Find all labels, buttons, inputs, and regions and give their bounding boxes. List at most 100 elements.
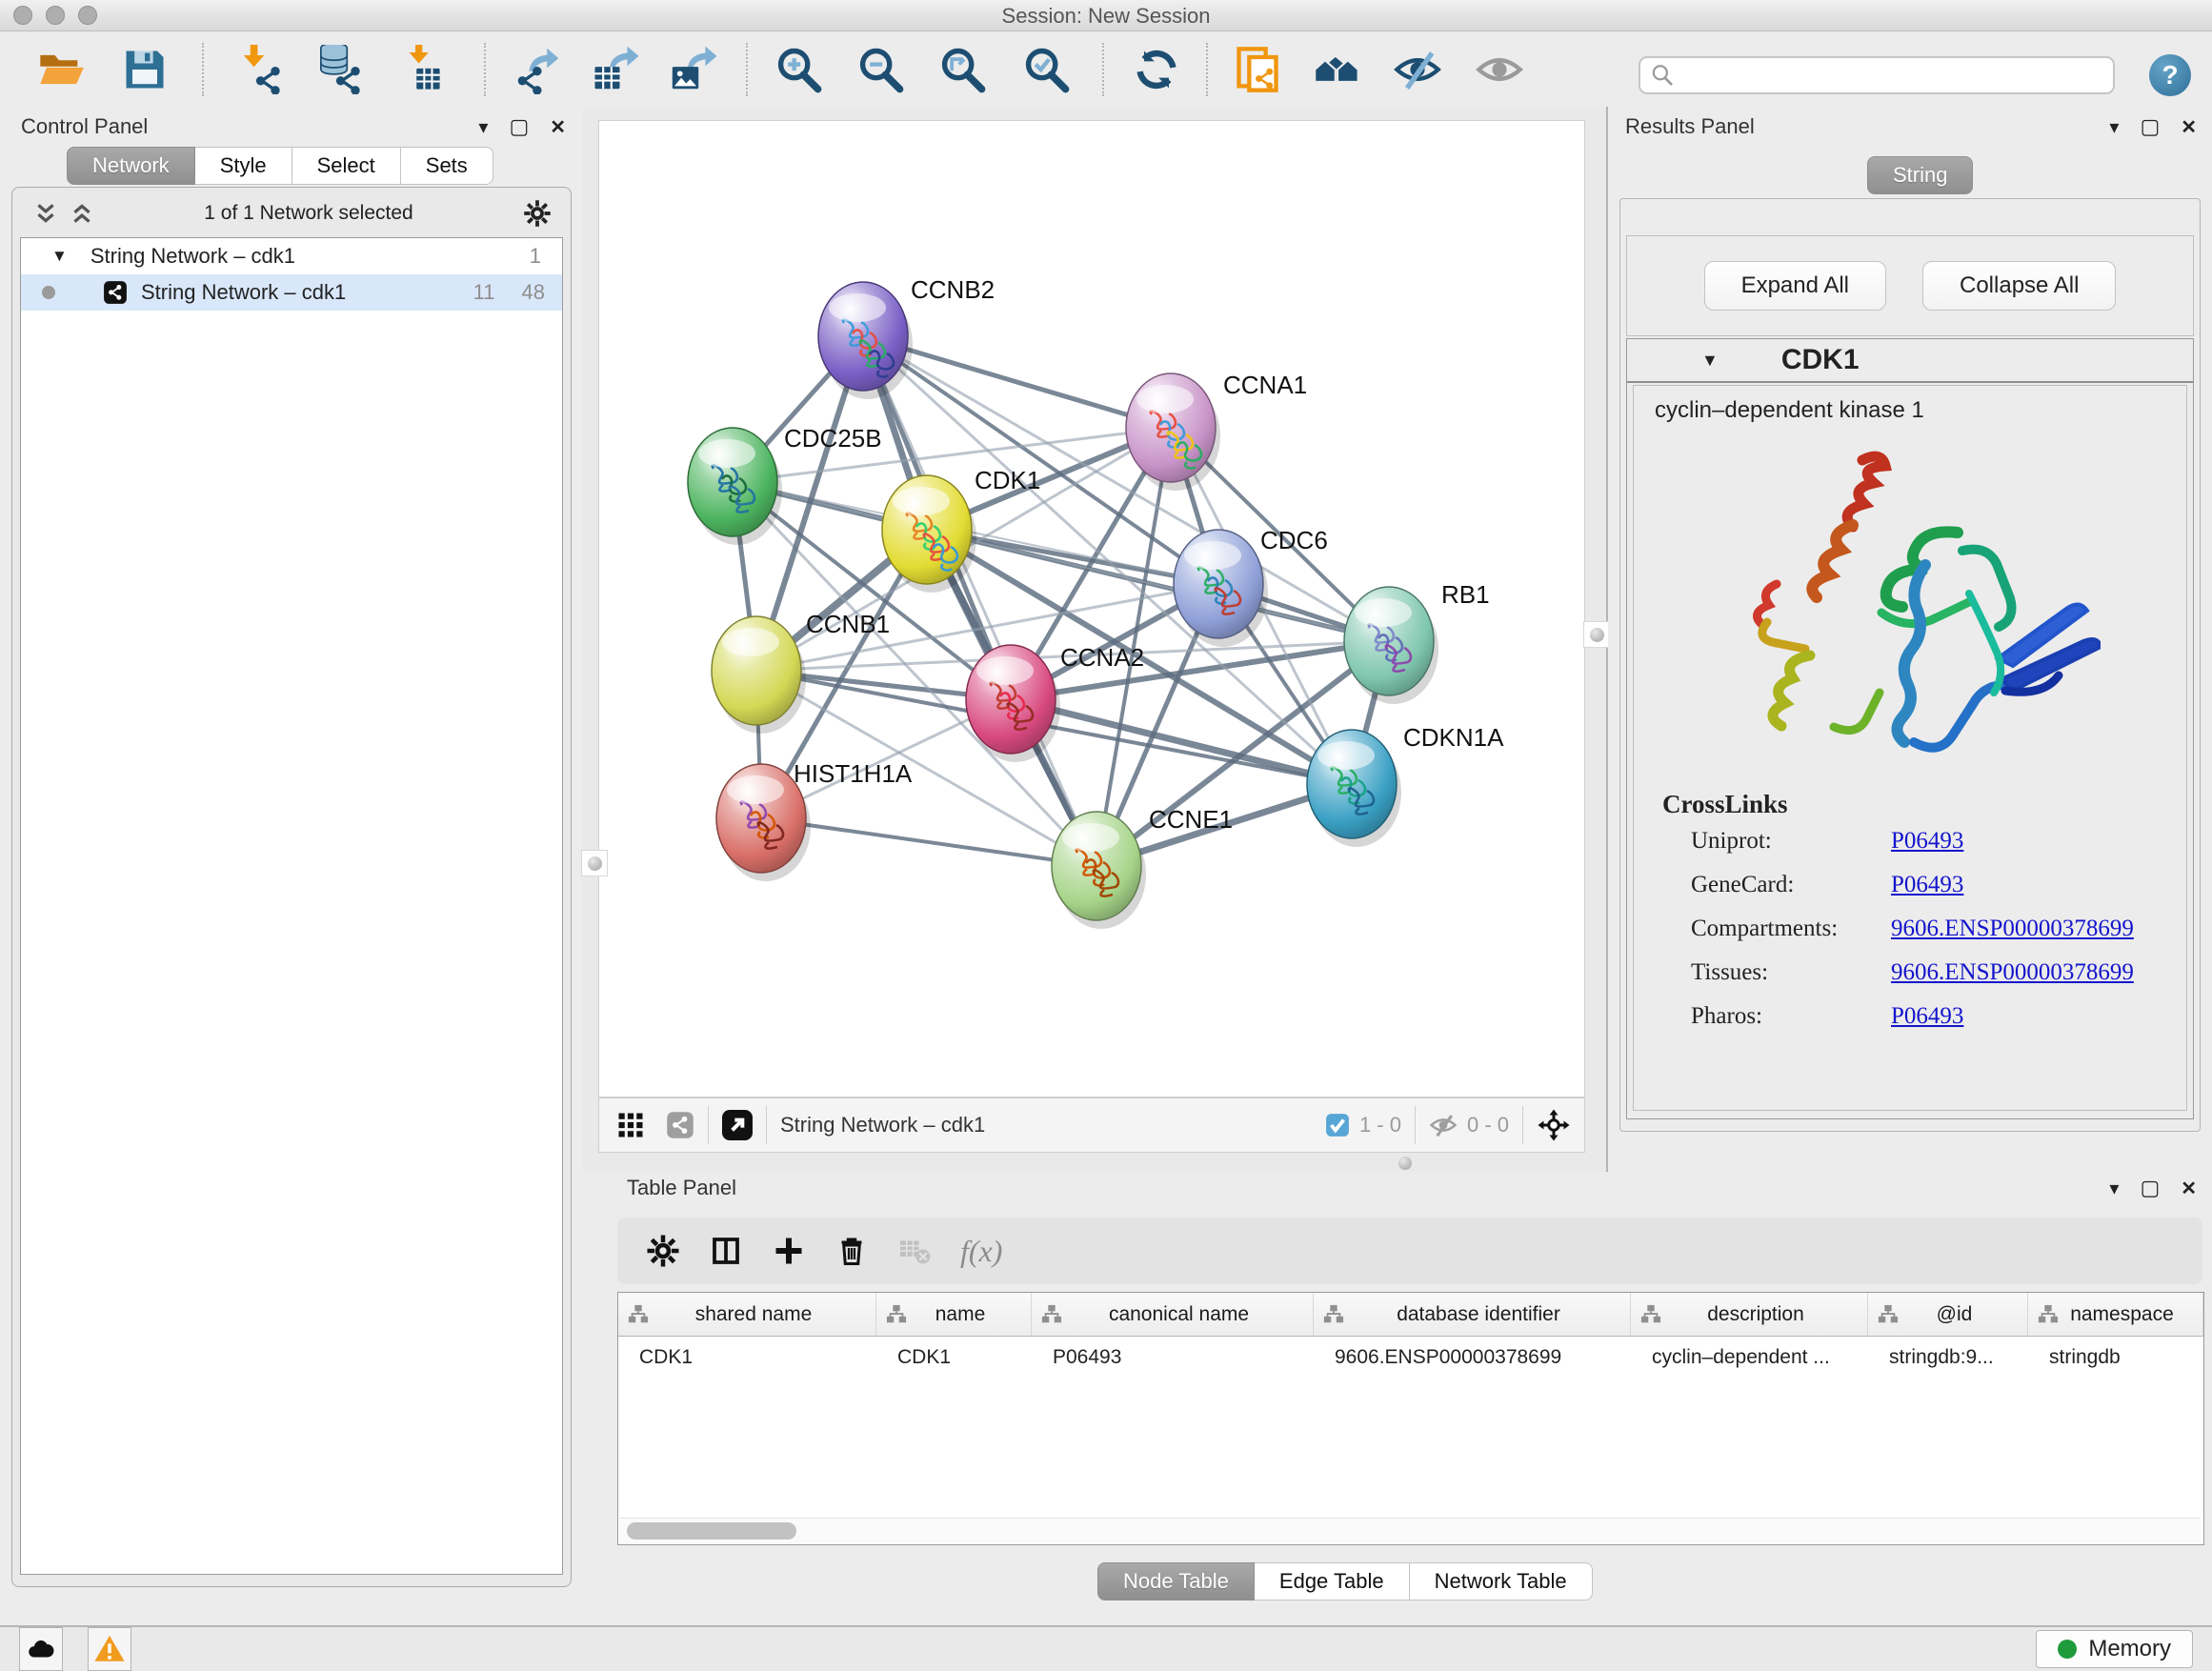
column-header-shared-name[interactable]: shared name: [618, 1293, 876, 1336]
open-session-icon[interactable]: [36, 45, 86, 94]
network-type-icon: [103, 280, 128, 305]
show-columns-icon[interactable]: [709, 1234, 743, 1268]
network-row-selected[interactable]: String Network – cdk1 11 48: [21, 274, 562, 311]
zoom-selected-icon[interactable]: [1021, 45, 1071, 94]
birds-eye-view-icon[interactable]: [722, 1110, 753, 1140]
network-node-CDKN1A[interactable]: [1307, 730, 1401, 847]
crosslink-link[interactable]: P06493: [1891, 872, 1963, 898]
warnings-button[interactable]: [88, 1627, 131, 1671]
tab-style[interactable]: Style: [195, 147, 292, 185]
node-label-HIST1H1A: HIST1H1A: [794, 759, 913, 788]
help-button[interactable]: ?: [2149, 54, 2191, 96]
crosslink-link[interactable]: P06493: [1891, 1003, 1963, 1030]
memory-button[interactable]: Memory: [2036, 1630, 2193, 1668]
results-close-icon[interactable]: ✕: [2181, 115, 2197, 139]
network-node-CDK1[interactable]: [882, 475, 976, 593]
tab-select[interactable]: Select: [292, 147, 401, 185]
network-node-RB1[interactable]: [1344, 587, 1438, 704]
annotation-copy-icon[interactable]: [1233, 45, 1282, 94]
column-header-database-identifier[interactable]: database identifier: [1314, 1293, 1631, 1336]
protein-collapse-icon[interactable]: ▼: [1701, 351, 1719, 371]
show-all-icon[interactable]: [1475, 45, 1524, 94]
grid-view-icon[interactable]: [616, 1111, 645, 1139]
delete-column-icon[interactable]: [835, 1234, 869, 1268]
horizontal-splitter-handle[interactable]: [1398, 1157, 1412, 1170]
network-canvas[interactable]: CCNB2CCNA1CDC25BCDK1CDC6RB1CCNB1CCNA2CDK…: [598, 120, 1585, 1097]
selected-counter: 1 - 0: [1359, 1113, 1401, 1137]
network-options-gear-icon[interactable]: [523, 199, 552, 228]
protein-card-header[interactable]: ▼ CDK1: [1627, 339, 2193, 383]
export-image-icon[interactable]: [667, 45, 716, 94]
table-cell[interactable]: stringdb: [2028, 1346, 2203, 1369]
zoom-out-icon[interactable]: [855, 45, 905, 94]
table-cell[interactable]: CDK1: [618, 1346, 876, 1369]
panel-menu-icon[interactable]: ▾: [478, 115, 488, 139]
table-cell[interactable]: stringdb:9...: [1868, 1346, 2028, 1369]
network-collection-row[interactable]: ▼ String Network – cdk1 1: [21, 238, 562, 274]
table-float-icon[interactable]: ▢: [2140, 1176, 2160, 1200]
table-row[interactable]: CDK1CDK1P064939606.ENSP00000378699cyclin…: [618, 1337, 2203, 1379]
import-network-database-icon[interactable]: [314, 45, 364, 94]
tab-sets[interactable]: Sets: [401, 147, 493, 185]
save-session-icon[interactable]: [120, 45, 170, 94]
results-float-icon[interactable]: ▢: [2140, 114, 2160, 139]
results-menu-icon[interactable]: ▾: [2109, 115, 2119, 139]
right-splitter-handle[interactable]: [1583, 621, 1610, 648]
add-column-icon[interactable]: [772, 1234, 806, 1268]
tab-network-table[interactable]: Network Table: [1410, 1562, 1593, 1601]
zoom-fit-icon[interactable]: [937, 45, 987, 94]
column-header-namespace[interactable]: namespace: [2028, 1293, 2203, 1336]
network-overview-icon[interactable]: [666, 1111, 694, 1139]
table-horizontal-scrollbar[interactable]: [619, 1518, 2201, 1543]
import-table-file-icon[interactable]: [398, 45, 448, 94]
network-node-CCNB2[interactable]: [818, 282, 913, 399]
crosslink-row: Pharos:P06493: [1634, 995, 2186, 1038]
column-header-canonical-name[interactable]: canonical name: [1032, 1293, 1314, 1336]
collection-expand-icon[interactable]: ▼: [51, 247, 68, 266]
node-label-CCNA1: CCNA1: [1223, 371, 1307, 399]
left-splitter-handle[interactable]: [581, 850, 608, 876]
crosslink-link[interactable]: P06493: [1891, 828, 1963, 855]
return-home-icon[interactable]: [1313, 45, 1362, 94]
pan-move-icon[interactable]: [1537, 1108, 1571, 1142]
search-input[interactable]: [1639, 56, 2115, 94]
tab-string[interactable]: String: [1867, 156, 1973, 194]
crosslink-link[interactable]: 9606.ENSP00000378699: [1891, 959, 2134, 986]
node-table[interactable]: shared namenamecanonical namedatabase id…: [617, 1292, 2204, 1545]
cloud-status-button[interactable]: [19, 1627, 63, 1671]
export-table-icon[interactable]: [589, 45, 638, 94]
expand-all-button[interactable]: Expand All: [1704, 261, 1886, 311]
table-close-icon[interactable]: ✕: [2181, 1177, 2197, 1200]
column-header-name[interactable]: name: [876, 1293, 1032, 1336]
collapse-all-networks-icon[interactable]: [70, 201, 94, 226]
network-node-CCNE1[interactable]: [1052, 812, 1146, 929]
network-node-CCNB1[interactable]: [712, 616, 806, 734]
crosslink-link[interactable]: 9606.ENSP00000378699: [1891, 916, 2134, 942]
table-cell[interactable]: CDK1: [876, 1346, 1032, 1369]
network-edge-CCNE1-HIST1H1A[interactable]: [761, 818, 1096, 866]
apply-layout-icon[interactable]: [1132, 45, 1181, 94]
tab-network[interactable]: Network: [67, 147, 195, 185]
tab-node-table[interactable]: Node Table: [1097, 1562, 1255, 1601]
column-header-@id[interactable]: @id: [1868, 1293, 2028, 1336]
table-menu-icon[interactable]: ▾: [2109, 1177, 2119, 1200]
table-cell[interactable]: P06493: [1032, 1346, 1314, 1369]
table-cell[interactable]: cyclin–dependent ...: [1631, 1346, 1868, 1369]
zoom-in-icon[interactable]: [774, 45, 823, 94]
hidden-eye-slash-icon[interactable]: [1429, 1111, 1458, 1139]
selected-nodes-checkbox-icon[interactable]: [1325, 1113, 1350, 1137]
table-cell[interactable]: 9606.ENSP00000378699: [1314, 1346, 1631, 1369]
import-network-file-icon[interactable]: [234, 45, 284, 94]
panel-float-icon[interactable]: ▢: [509, 114, 529, 139]
table-options-gear-icon[interactable]: [646, 1234, 680, 1268]
expand-all-networks-icon[interactable]: [33, 201, 58, 226]
panel-close-icon[interactable]: ✕: [550, 115, 566, 139]
tab-edge-table[interactable]: Edge Table: [1255, 1562, 1410, 1601]
scrollbar-thumb[interactable]: [627, 1522, 796, 1540]
network-node-CDC6[interactable]: [1174, 530, 1268, 647]
collapse-all-button[interactable]: Collapse All: [1922, 261, 2116, 311]
network-node-CCNA1[interactable]: [1126, 373, 1220, 491]
column-header-description[interactable]: description: [1631, 1293, 1868, 1336]
export-network-icon[interactable]: [511, 45, 560, 94]
hide-selected-icon[interactable]: [1393, 45, 1442, 94]
